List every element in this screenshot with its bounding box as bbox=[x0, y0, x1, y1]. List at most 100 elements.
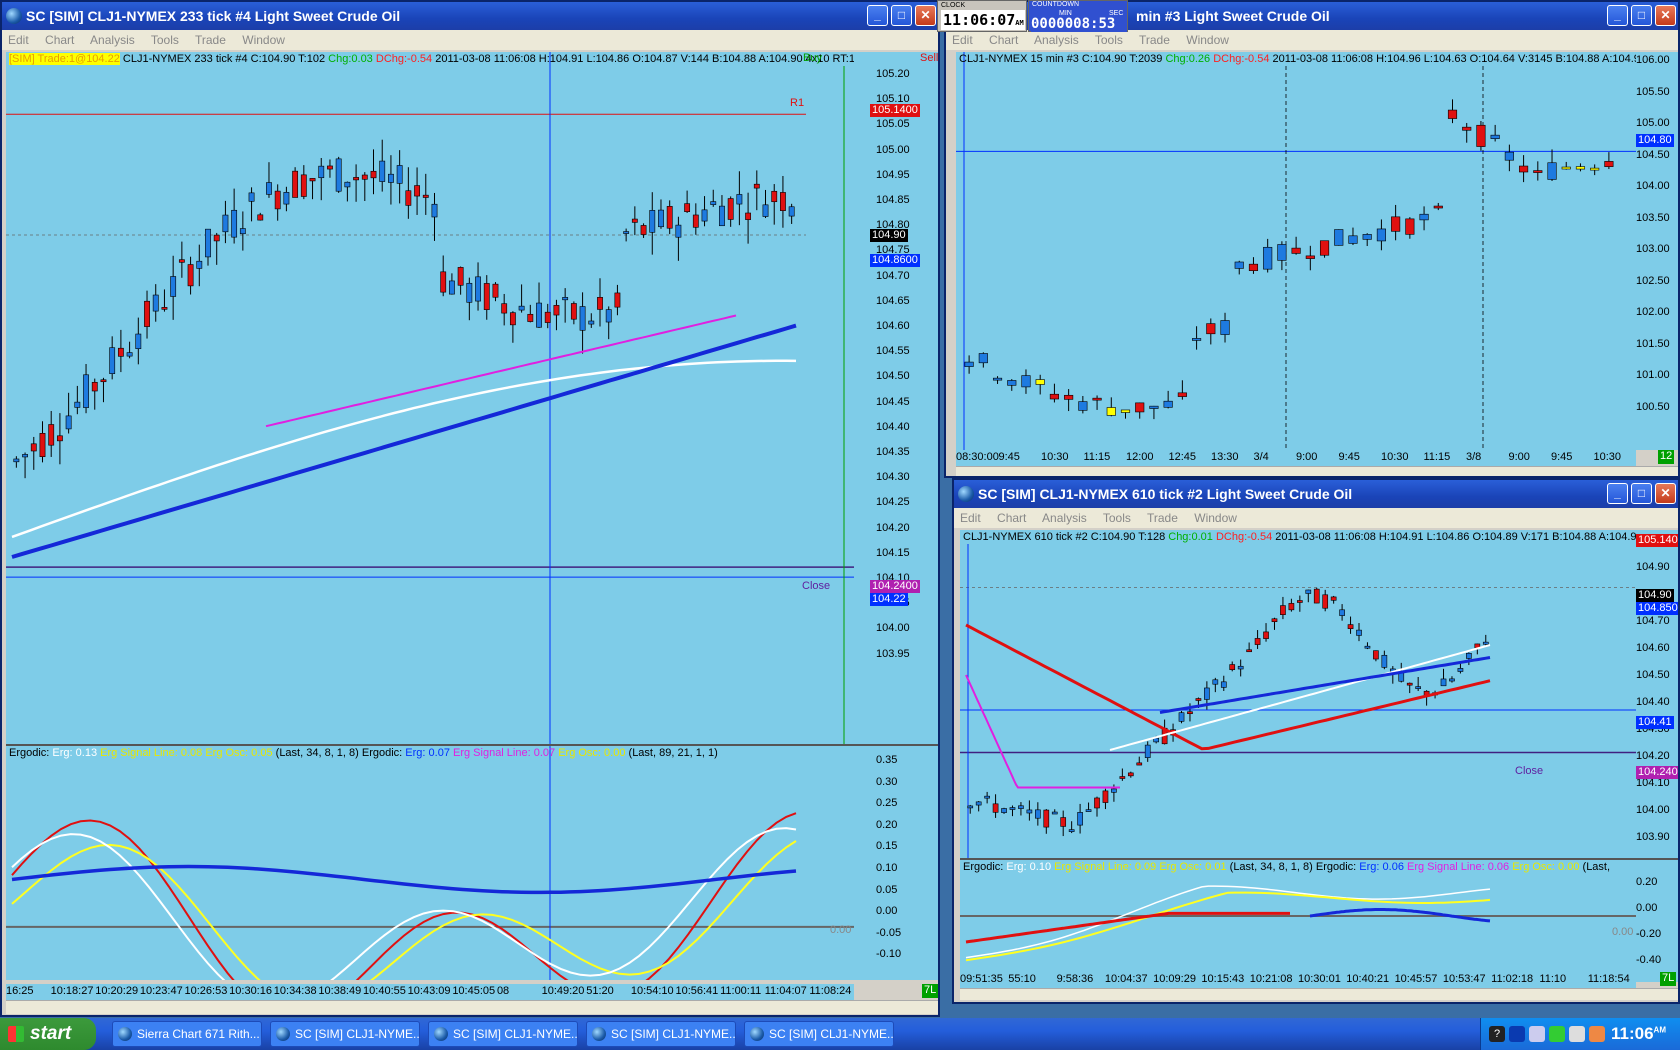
menu-window[interactable]: Window bbox=[1194, 511, 1237, 525]
candle-body bbox=[1060, 817, 1067, 827]
close-button[interactable]: ✕ bbox=[915, 5, 936, 26]
menu-analysis[interactable]: Analysis bbox=[90, 33, 135, 47]
time-tick-label: 08:30:00 bbox=[956, 451, 999, 463]
candle-body bbox=[213, 234, 220, 242]
chart-window-610-tick[interactable]: SC [SIM] CLJ1-NYMEX 610 tick #2 Light Sw… bbox=[952, 478, 1680, 1004]
menu-window[interactable]: Window bbox=[242, 33, 285, 47]
taskbar-item-sierra-chart[interactable]: Sierra Chart 671 Rith... bbox=[112, 1021, 262, 1047]
time-axis[interactable]: 16:25 10:18:27 10:20:29 10:23:47 10:26:53 10:… bbox=[6, 984, 854, 1000]
taskbar-item-chart-1[interactable]: SC [SIM] CLJ1-NYME... bbox=[270, 1021, 420, 1047]
maximize-button[interactable]: □ bbox=[1631, 483, 1652, 504]
maximize-button[interactable]: □ bbox=[891, 5, 912, 26]
candle-body bbox=[640, 225, 647, 235]
menu-chart[interactable]: Chart bbox=[45, 33, 74, 47]
osc-zero-label: 0.00 bbox=[1612, 926, 1634, 938]
ergodic-oscillator-chart bbox=[960, 885, 1636, 962]
dchg-value: DChg:-0.54 bbox=[1215, 531, 1273, 543]
menu-trade[interactable]: Trade bbox=[1139, 33, 1170, 47]
candle-body bbox=[239, 228, 246, 235]
axis-tick-label: 104.55 bbox=[876, 345, 910, 358]
axis-tick-label: 106.00 bbox=[1636, 54, 1670, 66]
chart-header: CLJ1-NYMEX 610 tick #2 C:104.90 T:128 Ch… bbox=[963, 530, 1636, 544]
window-title-bar[interactable]: SC [SIM] CLJ1-NYMEX 233 tick #4 Light Sw… bbox=[2, 2, 938, 30]
minimize-button[interactable]: _ bbox=[1607, 483, 1628, 504]
ergodic-oscillator-area[interactable]: Ergodic: Erg: 0.13 Erg Signal Line: 0.08… bbox=[6, 744, 854, 980]
candle-body bbox=[379, 160, 386, 182]
start-button[interactable]: start bbox=[0, 1018, 96, 1050]
taskbar-clock[interactable]: 11:06AM bbox=[1611, 1024, 1666, 1044]
menu-bar: Edit Chart Analysis Tools Trade Window bbox=[946, 30, 1678, 50]
candle-body bbox=[1305, 589, 1312, 594]
candle-body bbox=[1271, 618, 1278, 623]
candle-body bbox=[1021, 375, 1031, 388]
time-axis[interactable]: 08:30:00 9:45 10:30 11:15 12:00 12:45 13:30 3/4… bbox=[956, 450, 1636, 466]
time-tick-label: 10:56:41 bbox=[675, 985, 719, 997]
menu-analysis[interactable]: Analysis bbox=[1042, 511, 1087, 525]
oscillator-axis[interactable]: 0.20 0.00 -0.20 -0.40 bbox=[1636, 858, 1678, 982]
menu-tools[interactable]: Tools bbox=[151, 33, 179, 47]
sell-label[interactable]: Sell bbox=[920, 52, 938, 64]
price-axis[interactable]: Sell 105.20 105.10 105.05 105.00 104.95 104.8… bbox=[854, 52, 938, 744]
chart-window-15-min[interactable]: min #3 Light Sweet Crude Oil _ □ ✕ Edit … bbox=[944, 0, 1680, 478]
candle-body bbox=[649, 210, 656, 233]
menu-chart[interactable]: Chart bbox=[989, 33, 1018, 47]
horizontal-scrollbar[interactable] bbox=[6, 1000, 938, 1014]
window-title-bar[interactable]: SC [SIM] CLJ1-NYMEX 610 tick #2 Light Sw… bbox=[954, 480, 1678, 508]
network-icon[interactable] bbox=[1529, 1026, 1545, 1042]
price-chart-area[interactable]: [SIM] Trade:1@104.22 CLJ1-NYMEX 233 tick… bbox=[6, 52, 854, 744]
ergodic-header: Ergodic: Erg: 0.13 Erg Signal Line: 0.08… bbox=[9, 746, 718, 760]
tray-app-icon[interactable] bbox=[1589, 1026, 1605, 1042]
close-button[interactable]: ✕ bbox=[1655, 5, 1676, 26]
axis-tick-label: 0.05 bbox=[876, 883, 898, 896]
price-chart-area[interactable]: CLJ1-NYMEX 610 tick #2 C:104.90 T:128 Ch… bbox=[960, 530, 1636, 858]
axis-tick-label: 102.50 bbox=[1636, 274, 1670, 287]
volume-icon[interactable] bbox=[1549, 1026, 1565, 1042]
chart-header-info2: 2011-03-08 11:06:08 H:104.96 L:104.63 O:… bbox=[1272, 53, 1636, 65]
time-axis[interactable]: 09:51:35 55:10 9:58:36 10:04:37 10:09:29 10:1… bbox=[960, 972, 1636, 988]
globe-icon bbox=[592, 1027, 606, 1041]
price-axis[interactable]: 106.00 105.50 105.00 104.50 104.00 103.50 103.… bbox=[1636, 52, 1678, 450]
ergodic-oscillator-area[interactable]: Ergodic: Erg: 0.10 Erg Signal Line: 0.09… bbox=[960, 858, 1636, 982]
horizontal-scrollbar[interactable] bbox=[960, 988, 1678, 1000]
candle-body bbox=[1263, 246, 1273, 270]
help-icon[interactable]: ? bbox=[1489, 1026, 1505, 1042]
close-price-tag: 104.2400 bbox=[870, 580, 920, 593]
horizontal-scrollbar[interactable] bbox=[956, 466, 1678, 476]
taskbar-item-chart-4[interactable]: SC [SIM] CLJ1-NYME... bbox=[744, 1021, 894, 1047]
bluetooth-icon[interactable] bbox=[1509, 1026, 1525, 1042]
price-axis[interactable]: 105.00104.90104.80104.70104.60104.50104.… bbox=[1636, 530, 1678, 858]
candle-body bbox=[135, 333, 142, 350]
safely-remove-icon[interactable] bbox=[1569, 1026, 1585, 1042]
chart-header: [SIM] Trade:1@104.22 CLJ1-NYMEX 233 tick… bbox=[9, 52, 854, 66]
menu-edit[interactable]: Edit bbox=[8, 33, 29, 47]
menu-tools[interactable]: Tools bbox=[1095, 33, 1123, 47]
price-chart-area[interactable]: CLJ1-NYMEX 15 min #3 C:104.90 T:2039 Chg… bbox=[956, 52, 1636, 450]
taskbar-item-chart-3[interactable]: SC [SIM] CLJ1-NYME... bbox=[586, 1021, 736, 1047]
menu-chart[interactable]: Chart bbox=[997, 511, 1026, 525]
candle-body bbox=[1348, 235, 1358, 244]
candle-body bbox=[788, 206, 795, 217]
candle-body bbox=[396, 165, 403, 184]
menu-analysis[interactable]: Analysis bbox=[1034, 33, 1079, 47]
menu-window[interactable]: Window bbox=[1186, 33, 1229, 47]
candle-body bbox=[1237, 665, 1244, 670]
maximize-button[interactable]: □ bbox=[1631, 5, 1652, 26]
menu-edit[interactable]: Edit bbox=[952, 33, 973, 47]
ergodic1-name: Ergodic: bbox=[9, 747, 50, 759]
buy-label[interactable]: Buy bbox=[803, 52, 822, 64]
minimize-button[interactable]: _ bbox=[1607, 5, 1628, 26]
menu-edit[interactable]: Edit bbox=[960, 511, 981, 525]
candle-body bbox=[1339, 609, 1345, 616]
minimize-button[interactable]: _ bbox=[867, 5, 888, 26]
menu-trade[interactable]: Trade bbox=[1147, 511, 1178, 525]
erg-blue-line bbox=[11, 864, 797, 895]
candle-body bbox=[1007, 380, 1017, 386]
menu-tools[interactable]: Tools bbox=[1103, 511, 1131, 525]
chart-window-233-tick[interactable]: SC [SIM] CLJ1-NYMEX 233 tick #4 Light Sw… bbox=[0, 0, 940, 1017]
oscillator-axis[interactable]: 0.35 0.30 0.25 0.20 0.15 0.10 0.05 0.00 -0.05 -0.… bbox=[854, 744, 938, 980]
candle-body bbox=[1330, 596, 1337, 601]
ergodic2-osc: Erg Osc: 0.00 bbox=[1512, 861, 1580, 873]
close-button[interactable]: ✕ bbox=[1655, 483, 1676, 504]
menu-trade[interactable]: Trade bbox=[195, 33, 226, 47]
taskbar-item-chart-2[interactable]: SC [SIM] CLJ1-NYME... bbox=[428, 1021, 578, 1047]
